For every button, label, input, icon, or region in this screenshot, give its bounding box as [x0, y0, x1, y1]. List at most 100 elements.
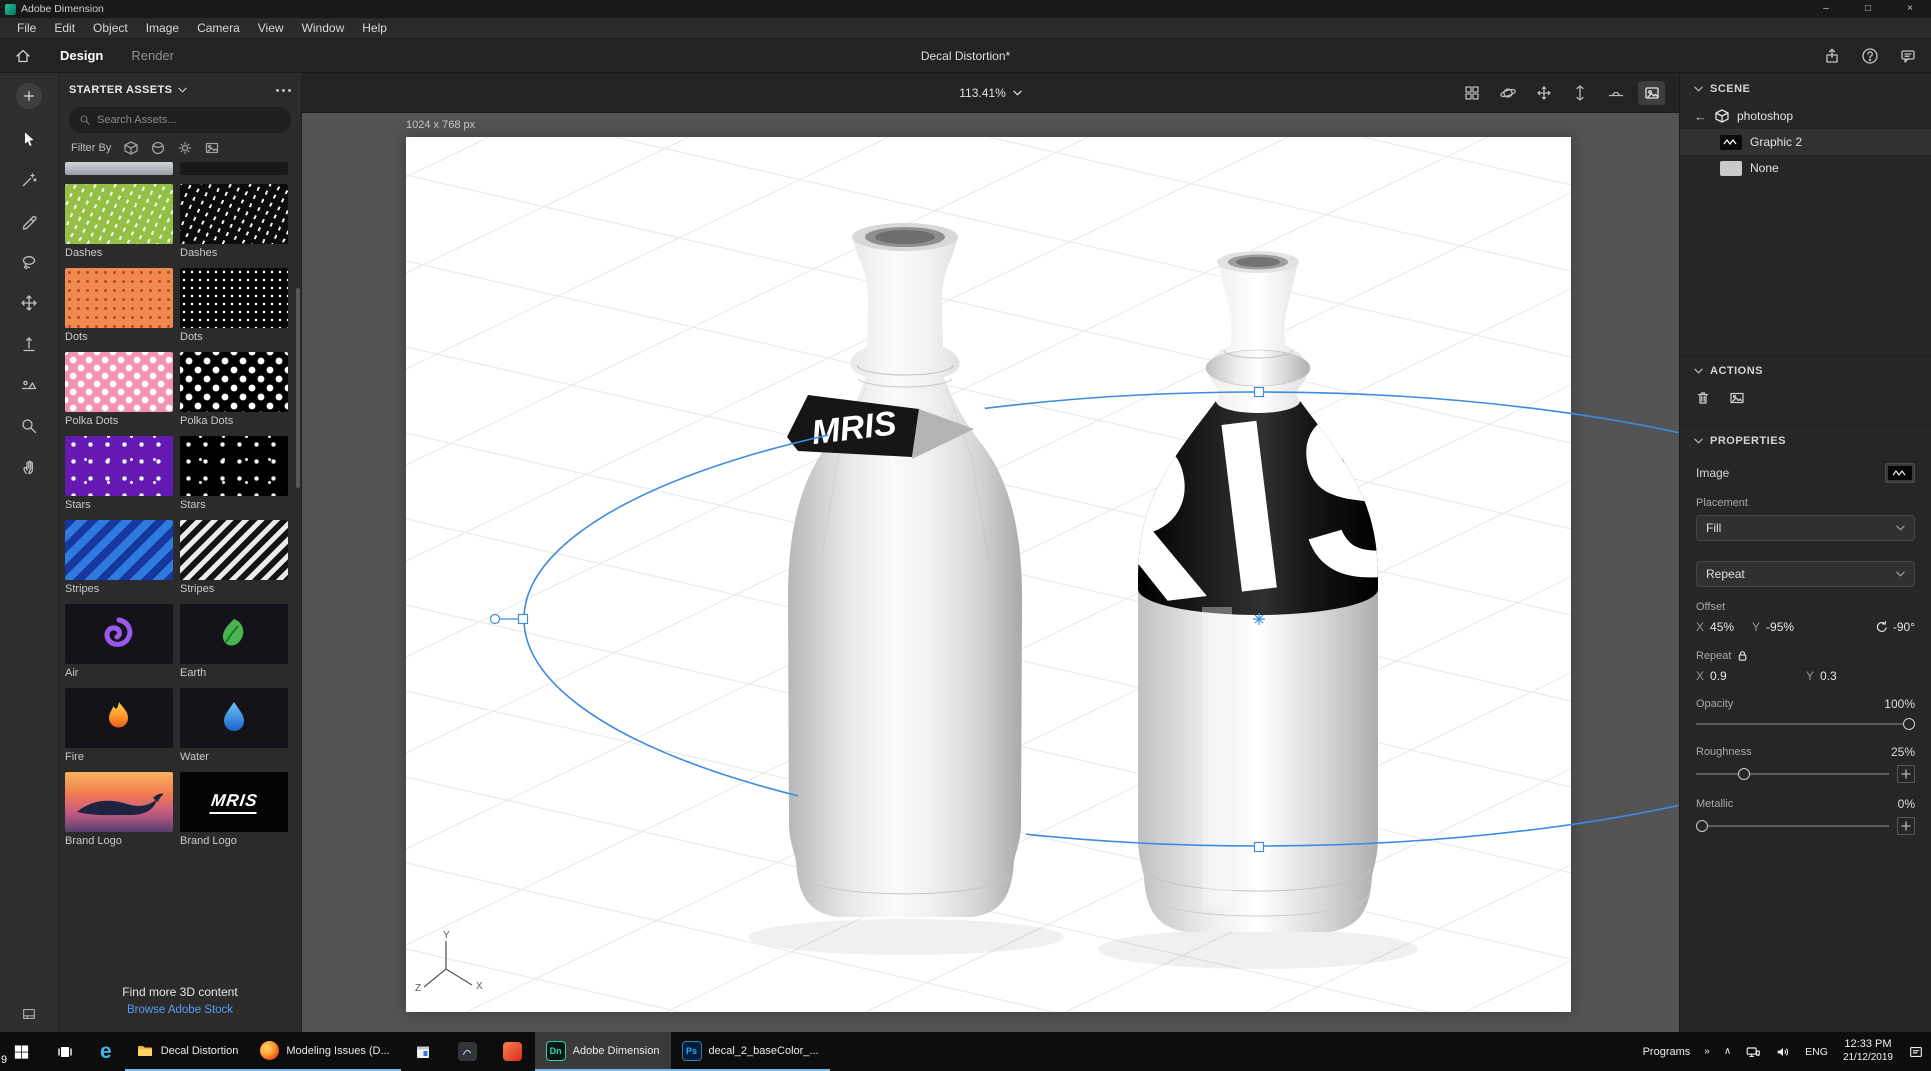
- menu-file[interactable]: File: [8, 21, 45, 35]
- hand-tool[interactable]: [14, 452, 44, 482]
- asset-thumbnail[interactable]: [65, 520, 173, 580]
- layer-row-graphic[interactable]: Graphic 2: [1680, 129, 1931, 155]
- filter-lights-icon[interactable]: [178, 141, 192, 155]
- asset-tile[interactable]: Water: [180, 688, 288, 763]
- metallic-slider[interactable]: [1696, 819, 1889, 833]
- horizon-tool[interactable]: [14, 370, 44, 400]
- rotation-control[interactable]: -90°: [1874, 620, 1915, 634]
- filter-images-icon[interactable]: [205, 141, 219, 155]
- select-tool[interactable]: [14, 124, 44, 154]
- delete-button[interactable]: [1694, 389, 1712, 407]
- repeat-x-value[interactable]: 0.9: [1710, 669, 1752, 683]
- toolbar-overflow-chevron[interactable]: »: [1697, 1032, 1717, 1071]
- menu-camera[interactable]: Camera: [188, 21, 249, 35]
- placement-select[interactable]: Fill: [1696, 515, 1915, 541]
- asset-thumbnail[interactable]: [65, 162, 173, 175]
- asset-tile[interactable]: Stripes: [180, 520, 288, 595]
- back-arrow-icon[interactable]: ←: [1694, 109, 1707, 124]
- asset-tile[interactable]: Fire: [65, 688, 173, 763]
- filter-materials-icon[interactable]: [151, 141, 165, 155]
- asset-tile[interactable]: Dots: [180, 268, 288, 343]
- menu-edit[interactable]: Edit: [45, 21, 84, 35]
- scale-tool[interactable]: [14, 329, 44, 359]
- maximize-button[interactable]: □: [1847, 0, 1889, 18]
- repeat-y-value[interactable]: 0.3: [1820, 669, 1856, 683]
- actions-header[interactable]: ACTIONS: [1680, 355, 1931, 385]
- roughness-texture-button[interactable]: [1897, 765, 1915, 783]
- zoom-control[interactable]: 113.41%: [959, 86, 1022, 100]
- asset-tile[interactable]: Polka Dots: [65, 352, 173, 427]
- image-thumbnail-well[interactable]: [1885, 463, 1915, 483]
- orbit-camera-button[interactable]: [1494, 81, 1521, 105]
- asset-tile[interactable]: Polka Dots: [180, 352, 288, 427]
- menu-help[interactable]: Help: [353, 21, 396, 35]
- asset-thumbnail[interactable]: [65, 688, 173, 748]
- asset-thumbnail[interactable]: [65, 268, 173, 328]
- more-options-icon[interactable]: [276, 88, 291, 92]
- taskbar-clock[interactable]: 12:33 PM 21/12/2019: [1835, 1038, 1901, 1064]
- asset-tile[interactable]: Earth: [180, 604, 288, 679]
- volume-tray-button[interactable]: [1768, 1032, 1798, 1071]
- help-button[interactable]: [1853, 42, 1887, 70]
- layout-grid-button[interactable]: [1458, 81, 1485, 105]
- panel-toggle-button[interactable]: [21, 1006, 37, 1022]
- scene-header[interactable]: SCENE: [1680, 73, 1931, 103]
- asset-thumbnail[interactable]: [65, 352, 173, 412]
- asset-thumbnail[interactable]: [180, 604, 288, 664]
- action-center-button[interactable]: [1901, 1032, 1931, 1071]
- slider-knob[interactable]: [1696, 820, 1708, 832]
- calendar-button[interactable]: [401, 1032, 445, 1071]
- asset-search[interactable]: [69, 107, 291, 133]
- browse-adobe-stock-link[interactable]: Browse Adobe Stock: [59, 1004, 301, 1016]
- taskbar-window-file-explorer[interactable]: Decal Distortion: [124, 1032, 250, 1071]
- sampler-tool[interactable]: [14, 206, 44, 236]
- asset-tile[interactable]: Dashes: [65, 184, 173, 259]
- search-input[interactable]: [97, 114, 281, 126]
- assets-panel-header[interactable]: STARTER ASSETS: [59, 73, 301, 107]
- pan-camera-button[interactable]: [1530, 81, 1557, 105]
- asset-tile[interactable]: Air: [65, 604, 173, 679]
- asset-tile[interactable]: Dots: [65, 268, 173, 343]
- adobe-cc-button[interactable]: [490, 1032, 535, 1071]
- asset-thumbnail[interactable]: [180, 520, 288, 580]
- asset-thumbnail[interactable]: [65, 604, 173, 664]
- home-button[interactable]: [0, 39, 46, 73]
- asset-thumbnail[interactable]: [65, 772, 173, 832]
- bottle-right[interactable]: RIS: [1010, 251, 1489, 969]
- canvas[interactable]: MRIS RIS: [406, 137, 1571, 1012]
- share-button[interactable]: [1815, 42, 1849, 70]
- replace-image-button[interactable]: [1728, 389, 1746, 407]
- asset-tile[interactable]: [65, 162, 173, 175]
- asset-thumbnail[interactable]: [65, 184, 173, 244]
- slider-knob[interactable]: [1903, 718, 1915, 730]
- offset-y-value[interactable]: -95%: [1766, 620, 1802, 634]
- slider-knob[interactable]: [1738, 768, 1751, 780]
- dolly-camera-button[interactable]: [1566, 81, 1593, 105]
- scene-3d[interactable]: MRIS RIS: [406, 137, 1571, 1012]
- asset-thumbnail[interactable]: [180, 162, 288, 175]
- asset-tile[interactable]: Brand Logo: [65, 772, 173, 847]
- asset-tile[interactable]: Stars: [65, 436, 173, 511]
- taskbar-window-photoshop[interactable]: Ps decal_2_baseColor_...: [670, 1032, 830, 1071]
- tab-render[interactable]: Render: [117, 39, 188, 73]
- asset-thumbnail[interactable]: [65, 436, 173, 496]
- asset-thumbnail[interactable]: MRIS: [180, 772, 288, 832]
- asset-thumbnail[interactable]: [180, 268, 288, 328]
- asset-tile[interactable]: Stars: [180, 436, 288, 511]
- roughness-slider[interactable]: [1696, 767, 1889, 781]
- network-tray-button[interactable]: [1738, 1032, 1768, 1071]
- asset-tile[interactable]: Stripes: [65, 520, 173, 595]
- asset-tile[interactable]: [180, 162, 288, 175]
- asset-thumbnail[interactable]: [180, 688, 288, 748]
- metallic-value[interactable]: 0%: [1898, 797, 1915, 811]
- edge-button[interactable]: e: [87, 1032, 125, 1071]
- menu-view[interactable]: View: [249, 21, 293, 35]
- task-view-button[interactable]: [43, 1032, 87, 1071]
- tiling-select[interactable]: Repeat: [1696, 561, 1915, 587]
- minimize-button[interactable]: –: [1805, 0, 1847, 18]
- taskbar-window-firefox[interactable]: Modeling Issues (D...: [249, 1032, 401, 1071]
- lasso-tool[interactable]: [14, 247, 44, 277]
- scene-model-row[interactable]: ← photoshop: [1680, 103, 1931, 129]
- feedback-button[interactable]: [1891, 42, 1925, 70]
- offset-x-value[interactable]: 45%: [1710, 620, 1752, 634]
